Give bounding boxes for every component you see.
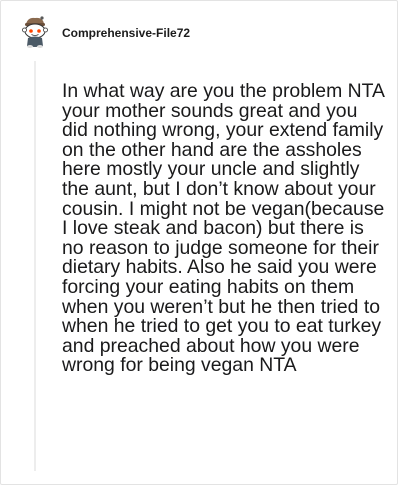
- comment-card: Comprehensive-File72 In what way are you…: [0, 0, 398, 485]
- comment-author[interactable]: Comprehensive-File72: [62, 26, 190, 40]
- snoo-avatar-icon[interactable]: [18, 15, 52, 49]
- comment-body: In what way are you the problem NTA your…: [62, 80, 385, 377]
- thread-line[interactable]: [34, 61, 36, 471]
